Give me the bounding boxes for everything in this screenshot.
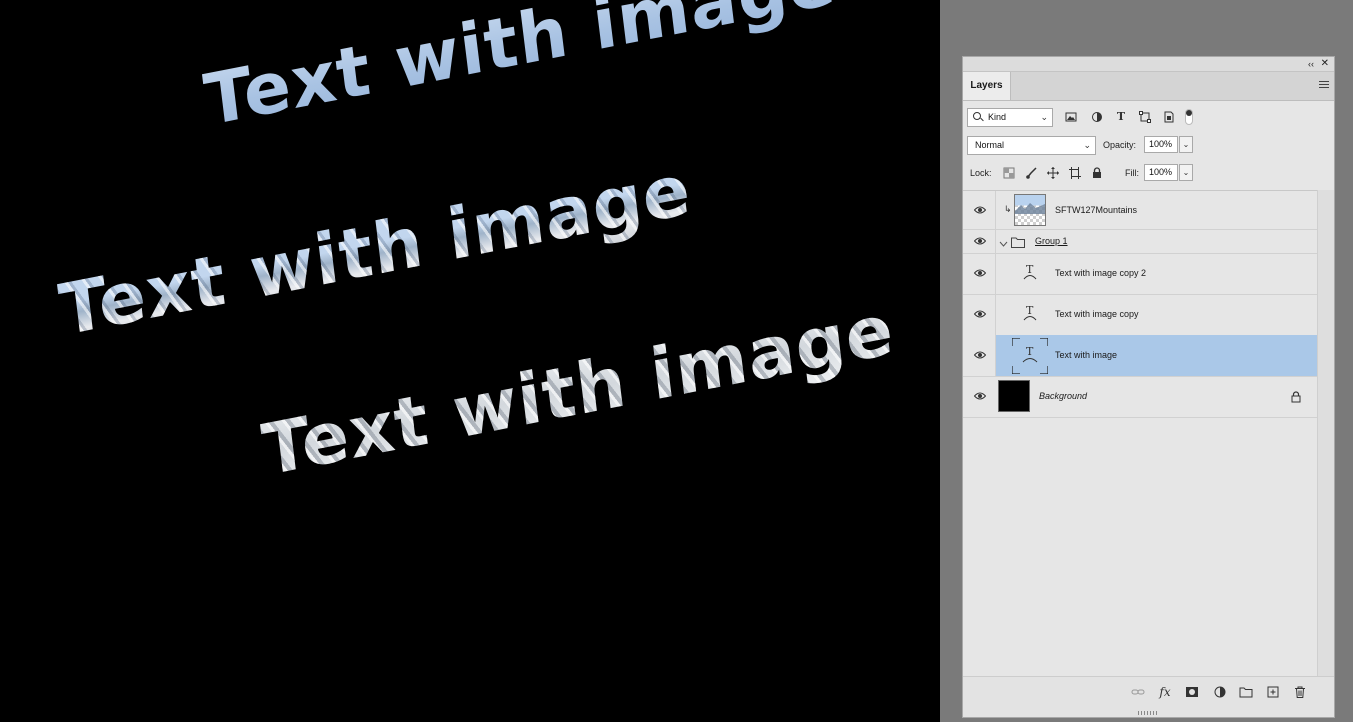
fill-dropdown-button[interactable]: ⌄ <box>1179 164 1193 181</box>
svg-text:T: T <box>1026 304 1034 317</box>
lock-label: Lock: <box>970 168 992 178</box>
opacity-label: Opacity: <box>1103 140 1137 150</box>
layer-list: ↳ SFTW127Mountains Group 1 T Text with i… <box>963 190 1318 681</box>
layer-row[interactable]: ↳ SFTW127Mountains <box>963 191 1318 230</box>
layer-row[interactable]: Background <box>963 376 1318 418</box>
chevron-down-icon: ⌄ <box>1040 112 1048 122</box>
layer-name: Text with image copy <box>1055 309 1139 319</box>
adjustment-layer-icon[interactable] <box>1213 685 1227 699</box>
warped-text-middle: Text with image <box>54 147 696 352</box>
eye-icon[interactable] <box>974 310 986 318</box>
fill-label: Fill: <box>1125 168 1139 178</box>
adjustment-filter-icon[interactable] <box>1091 111 1103 123</box>
folder-icon <box>1011 235 1025 253</box>
layer-name: Text with image copy 2 <box>1055 268 1147 278</box>
new-layer-icon[interactable] <box>1266 685 1280 699</box>
eye-icon[interactable] <box>974 269 986 277</box>
panel-tabbar: Layers <box>963 72 1334 101</box>
layer-list-scrollbar[interactable] <box>1317 190 1334 680</box>
lock-position-icon[interactable] <box>1047 167 1059 179</box>
layer-name: Text with image <box>1055 350 1118 360</box>
panel-menu-icon[interactable] <box>1319 81 1329 90</box>
layer-row-selected[interactable]: T Text with image <box>963 335 1318 377</box>
layer-thumbnail <box>1014 194 1046 226</box>
eye-icon[interactable] <box>974 351 986 359</box>
tab-layers[interactable]: Layers <box>963 72 1011 100</box>
chevron-down-icon: ⌄ <box>1083 140 1091 150</box>
collapse-panel-icon[interactable]: ‹‹ <box>1308 57 1314 71</box>
smart-object-filter-icon[interactable] <box>1163 111 1175 123</box>
clipping-arrow-icon: ↳ <box>1004 204 1012 214</box>
filter-kind-label: Kind <box>988 112 1007 122</box>
image-filter-icon[interactable] <box>1065 111 1077 123</box>
delete-icon[interactable] <box>1293 685 1307 699</box>
opacity-dropdown-button[interactable]: ⌄ <box>1179 136 1193 153</box>
warped-text-bottom: Text with image <box>257 287 899 492</box>
fx-icon[interactable]: fx <box>1158 685 1172 699</box>
lock-transparency-icon[interactable] <box>1003 167 1015 179</box>
opacity-field[interactable]: 100% <box>1144 136 1178 153</box>
filter-kind-select[interactable]: Kind ⌄ <box>967 108 1053 127</box>
warped-text-icon: T <box>1023 304 1037 327</box>
filter-row: Kind ⌄ T <box>963 106 1334 132</box>
lock-all-icon[interactable] <box>1091 167 1103 179</box>
layers-panel: ‹‹ ✕ Layers Kind ⌄ T Normal ⌄ Opacity: 1… <box>962 56 1335 718</box>
link-layers-icon[interactable] <box>1131 685 1145 699</box>
document-canvas[interactable]: Text with image Text with image Text wit… <box>0 0 940 722</box>
background-thumbnail <box>998 380 1030 412</box>
resize-grip[interactable] <box>1138 711 1158 715</box>
eye-icon[interactable] <box>974 237 986 245</box>
new-group-icon[interactable] <box>1239 685 1253 699</box>
layer-group-row[interactable]: Group 1 <box>963 229 1318 254</box>
panel-titlebar: ‹‹ ✕ <box>963 57 1334 72</box>
layer-name: Group 1 <box>1035 236 1068 246</box>
lock-artboard-icon[interactable] <box>1069 167 1081 179</box>
eye-icon[interactable] <box>974 206 986 214</box>
layer-mask-icon[interactable] <box>1185 685 1199 699</box>
blend-mode-value: Normal <box>975 140 1005 150</box>
filter-toggle-switch[interactable] <box>1185 109 1193 125</box>
fill-field[interactable]: 100% <box>1144 164 1178 181</box>
lock-row: Lock: Fill: 100% ⌄ <box>963 162 1334 186</box>
layer-name: Background <box>1039 391 1088 401</box>
blend-row: Normal ⌄ Opacity: 100% ⌄ <box>963 134 1334 158</box>
type-filter-icon[interactable]: T <box>1115 111 1127 123</box>
eye-icon[interactable] <box>974 392 986 400</box>
layer-row[interactable]: T Text with image copy 2 <box>963 253 1318 295</box>
chevron-down-icon[interactable] <box>999 235 1008 253</box>
lock-pixels-icon[interactable] <box>1025 167 1037 179</box>
svg-text:T: T <box>1026 263 1034 276</box>
blend-mode-select[interactable]: Normal ⌄ <box>967 136 1096 155</box>
layer-name: SFTW127Mountains <box>1055 205 1138 215</box>
warped-text-top: Text with image <box>200 0 840 142</box>
warped-text-icon: T <box>1023 263 1037 286</box>
close-icon[interactable]: ✕ <box>1321 57 1329 71</box>
svg-text:T: T <box>1026 345 1034 358</box>
selected-thumbnail-frame: T <box>1011 337 1049 375</box>
shape-filter-icon[interactable] <box>1139 111 1151 123</box>
lock-icon <box>1291 390 1301 408</box>
layers-bottom-bar: fx <box>963 676 1334 717</box>
layer-row[interactable]: T Text with image copy <box>963 294 1318 336</box>
search-icon <box>973 112 981 120</box>
